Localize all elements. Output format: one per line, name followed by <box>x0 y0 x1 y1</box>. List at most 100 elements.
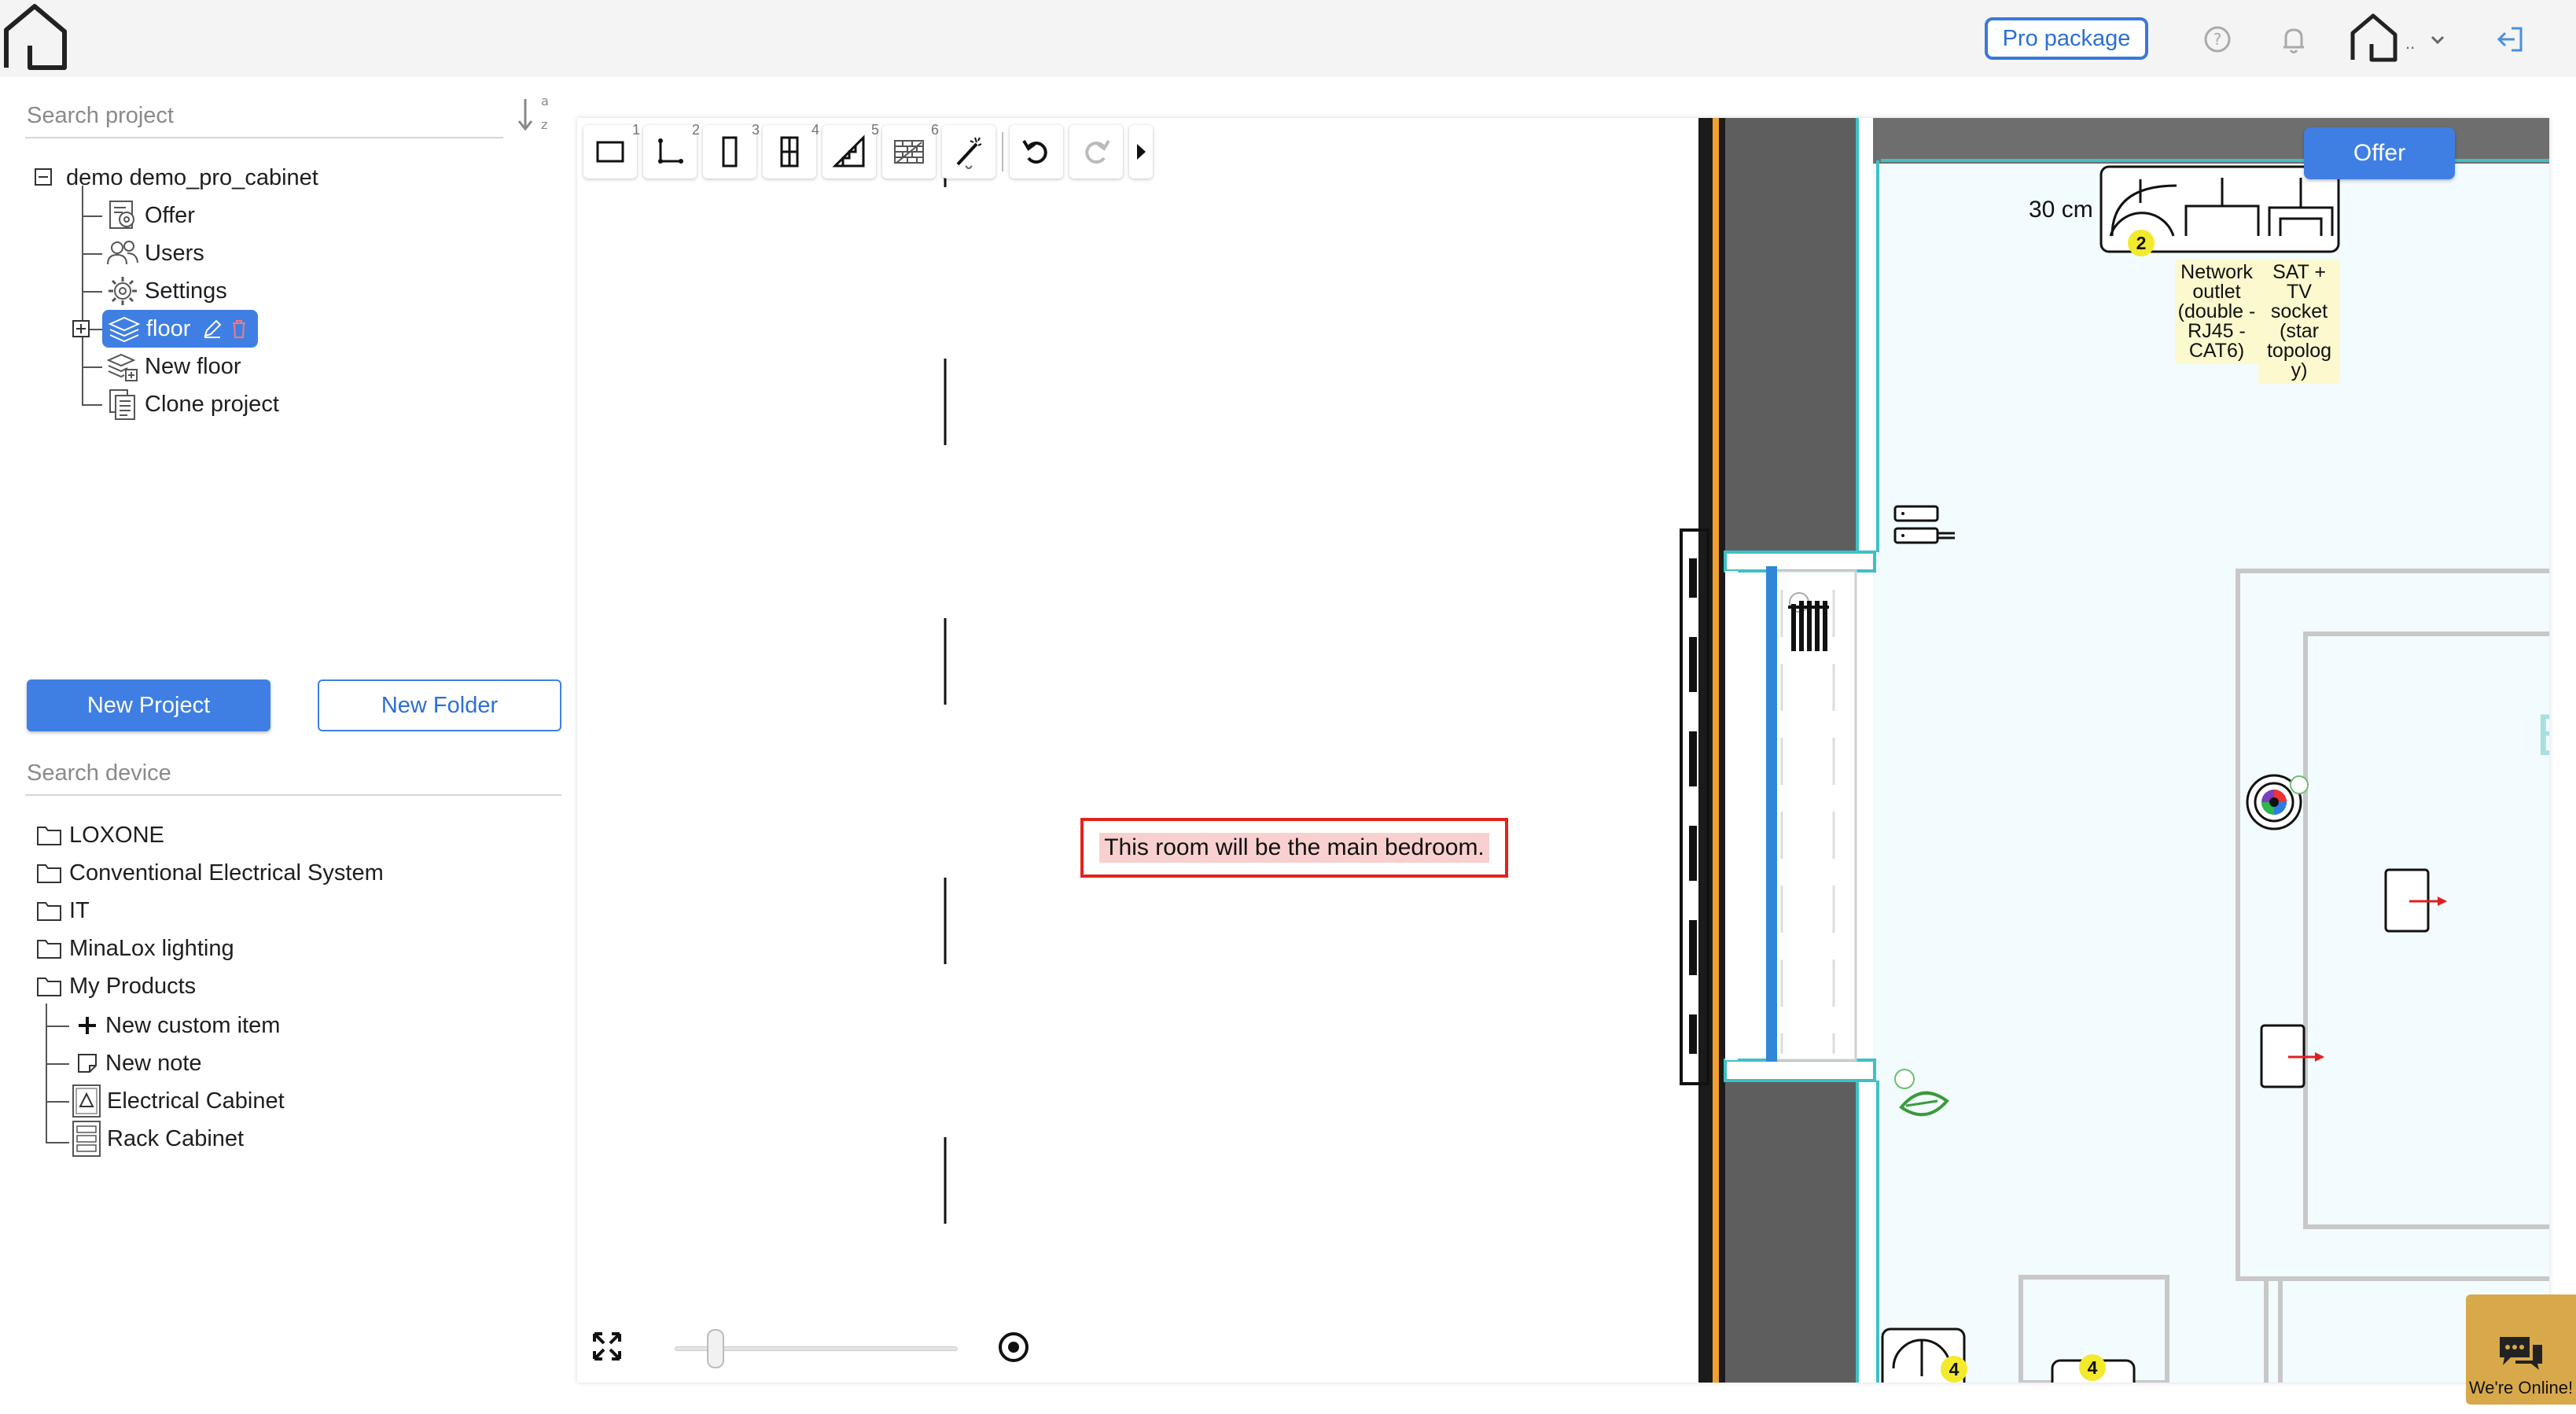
tool-window[interactable]: 4 <box>763 122 819 179</box>
room-note-text: This room will be the main bedroom. <box>1099 833 1489 863</box>
top-header: Pro package ? .. <box>0 0 2576 77</box>
device-folder-minalox-lighting[interactable]: MinaLox lighting <box>36 931 234 966</box>
new-folder-button[interactable]: New Folder <box>318 679 561 731</box>
zoom-slider-handle[interactable] <box>706 1329 724 1368</box>
folder-label: Conventional Electrical System <box>69 860 384 886</box>
svg-text:a: a <box>541 94 549 109</box>
wall-block <box>1725 118 1857 552</box>
undo-icon <box>1022 139 1047 164</box>
svg-text:?: ? <box>2214 30 2222 49</box>
product-item-electrical-cabinet[interactable]: Electrical Cabinet <box>71 1084 285 1118</box>
canvas-offer-button[interactable]: Offer <box>2304 127 2455 179</box>
folder-icon <box>37 827 61 845</box>
tool-shortcut-number: 6 <box>930 122 939 138</box>
brick-wall-icon <box>894 140 924 164</box>
note-icon <box>78 1054 97 1073</box>
tool-redo[interactable] <box>1069 125 1123 179</box>
product-item-rack-cabinet[interactable]: Rack Cabinet <box>71 1121 245 1157</box>
folder-label: IT <box>69 897 90 923</box>
project-collapse-toggle[interactable] <box>35 168 52 186</box>
search-project-input[interactable] <box>25 94 503 137</box>
tree-item-floor[interactable]: floor <box>102 310 259 348</box>
tool-wall-polyline[interactable]: 2 <box>643 122 700 179</box>
tree-item-label: New floor <box>145 353 241 379</box>
new-floor-icon <box>106 353 138 381</box>
sat-socket-label: SAT + TV socket (star topolog y) <box>2258 260 2340 384</box>
new-project-button[interactable]: New Project <box>27 679 270 731</box>
tree-item-new-floor[interactable]: New floor <box>105 349 241 384</box>
device-folder-conventional-electrical[interactable]: Conventional Electrical System <box>36 856 384 890</box>
tree-connector <box>82 186 83 404</box>
folder-label: MinaLox lighting <box>69 935 234 961</box>
product-item-new-custom-item[interactable]: New custom item <box>74 1008 280 1043</box>
project-root[interactable]: demo demo_pro_cabinet <box>66 160 318 195</box>
toolbar-expand-button[interactable] <box>1129 125 1153 179</box>
search-device-field[interactable] <box>25 752 561 796</box>
magic-wand-icon <box>956 137 982 169</box>
wall-outline <box>1698 118 1713 1383</box>
home-logo-icon[interactable] <box>0 2 71 72</box>
project-name: demo demo_pro_cabinet <box>66 164 318 190</box>
search-project-field[interactable] <box>25 94 503 138</box>
caret-right-icon <box>1137 144 1146 160</box>
tool-brick-wall[interactable]: 6 <box>882 122 939 179</box>
tool-magic-wand[interactable] <box>942 125 995 179</box>
window-icon <box>780 136 799 168</box>
app-root: Pro package ? .. a z <box>0 0 2576 1414</box>
product-item-new-note[interactable]: New note <box>74 1046 202 1081</box>
room-note[interactable]: This room will be the main bedroom. <box>1080 818 1508 878</box>
tree-item-settings[interactable]: Settings <box>105 274 227 308</box>
tool-door[interactable]: 3 <box>703 122 760 179</box>
plus-icon <box>79 1017 96 1034</box>
pro-package-button[interactable]: Pro package <box>1985 17 2148 60</box>
tool-shortcut-number: 5 <box>870 122 879 138</box>
product-item-label: Electrical Cabinet <box>107 1088 285 1114</box>
tree-connector <box>46 1003 47 1143</box>
search-device-input[interactable] <box>25 752 561 794</box>
wall-polyline-icon <box>658 138 683 164</box>
delete-trash-icon[interactable] <box>230 318 248 340</box>
device-count-badge: 4 <box>2079 1354 2106 1381</box>
rack-cabinet-icon <box>72 1121 101 1157</box>
tool-rectangle-room[interactable]: 1 <box>583 122 640 179</box>
tree-item-offer[interactable]: Offer <box>105 198 195 233</box>
tree-item-clone-project[interactable]: Clone project <box>105 387 279 422</box>
tool-shortcut-number: 4 <box>811 122 819 138</box>
floor-expand-toggle[interactable] <box>72 320 90 337</box>
center-target-icon[interactable] <box>992 1326 1035 1368</box>
tree-connector <box>82 215 102 217</box>
chevron-down-icon <box>2431 35 2445 45</box>
tool-stairs[interactable]: 5 <box>822 122 879 179</box>
floor-plan-canvas[interactable]: B <box>577 118 2549 1383</box>
help-icon[interactable]: ? <box>2199 20 2236 58</box>
electrical-cabinet-icon <box>72 1084 101 1118</box>
product-item-label: Rack Cabinet <box>107 1125 245 1151</box>
live-chat-widget[interactable]: We're Online! <box>2466 1294 2576 1405</box>
logout-icon[interactable] <box>2491 20 2529 58</box>
tree-connector <box>46 1101 69 1103</box>
device-count-badge: 2 <box>2128 230 2155 256</box>
device-folder-my-products[interactable]: My Products <box>36 969 196 1003</box>
device-count-badge: 4 <box>1941 1356 1967 1383</box>
tree-item-label: Clone project <box>145 391 279 417</box>
account-home-icon <box>2350 13 2398 62</box>
radiator-device-icon[interactable] <box>1788 592 1829 651</box>
device-folder-it[interactable]: IT <box>36 893 90 928</box>
folder-open-icon <box>37 978 61 996</box>
account-menu[interactable]: .. <box>2348 11 2458 66</box>
layers-icon <box>108 316 141 343</box>
fit-screen-icon[interactable] <box>590 1329 624 1364</box>
tool-undo[interactable] <box>1010 125 1063 179</box>
tree-item-label: Offer <box>145 202 195 228</box>
sort-az-icon[interactable]: a z <box>514 93 550 140</box>
tree-item-users[interactable]: Users <box>105 236 204 271</box>
tree-item-label: Users <box>145 240 204 266</box>
device-folder-loxone[interactable]: LOXONE <box>36 818 164 852</box>
dimension-label: 30 cm <box>2029 197 2093 223</box>
chat-bubble-icon <box>2500 1337 2542 1370</box>
edit-pencil-icon[interactable] <box>201 318 223 340</box>
notification-bell-icon[interactable] <box>2275 20 2313 58</box>
tool-shortcut-number: 3 <box>751 122 760 138</box>
wall-insulation-line <box>1713 118 1719 1383</box>
tree-connector <box>82 366 102 368</box>
